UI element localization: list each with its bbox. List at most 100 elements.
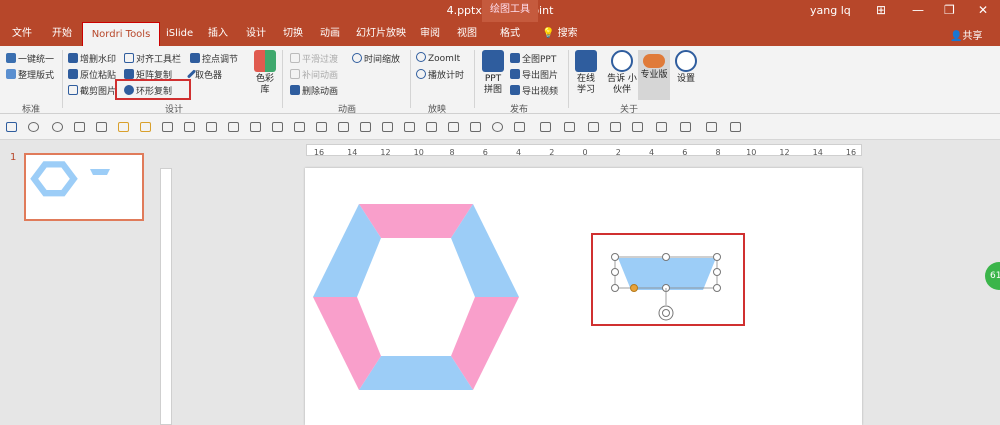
share-button[interactable]: 👤共享 <box>950 27 982 42</box>
color-picker-button[interactable]: 取色器 <box>186 68 222 81</box>
tab-design[interactable]: 设计 <box>246 22 266 46</box>
toolbar-icon[interactable] <box>338 122 349 132</box>
vertical-ruler <box>160 168 172 425</box>
toolbar-icon[interactable] <box>610 122 621 132</box>
watermark-button[interactable]: 增删水印 <box>68 52 116 65</box>
resize-handle[interactable] <box>713 268 721 276</box>
toolbar-icon[interactable] <box>706 122 717 132</box>
ruler-label: 14 <box>347 148 357 157</box>
minimize-button[interactable]: — <box>912 3 924 17</box>
search-box[interactable]: 💡 搜索 <box>542 22 578 46</box>
ribbon-display-icon[interactable]: ⊞ <box>876 3 886 17</box>
time-scale-button[interactable]: 时间缩放 <box>352 52 400 65</box>
toolbar-icon[interactable] <box>514 122 525 132</box>
toolbar-icon[interactable] <box>272 122 283 132</box>
palette-button[interactable]: 色彩库 <box>252 50 278 96</box>
toolbar-icon[interactable] <box>206 122 217 132</box>
collage-icon <box>482 50 504 72</box>
tween-button[interactable]: 补间动画 <box>290 68 338 81</box>
close-button[interactable]: ✕ <box>978 3 988 17</box>
tab-home[interactable]: 开始 <box>52 22 72 46</box>
resize-handle[interactable] <box>611 284 619 292</box>
resize-handle[interactable] <box>713 253 721 261</box>
toolbar-icon[interactable] <box>730 122 741 132</box>
resize-handle[interactable] <box>662 253 670 261</box>
export-image-button[interactable]: 导出图片 <box>510 68 558 81</box>
delete-animation-button[interactable]: 删除动画 <box>290 84 338 97</box>
toolbar-icon[interactable] <box>426 122 437 132</box>
toolbar-icon[interactable] <box>250 122 261 132</box>
paste-label: 原位粘贴 <box>80 71 117 81</box>
toolbar-icon[interactable] <box>470 122 481 132</box>
lightbulb-icon: 💡 <box>542 28 555 39</box>
share-label: 共享 <box>962 31 983 42</box>
unify-button[interactable]: 一键统一 <box>6 52 54 65</box>
tab-view[interactable]: 视图 <box>457 22 477 46</box>
resize-handle[interactable] <box>611 253 619 261</box>
tab-format[interactable]: 格式 <box>500 22 520 46</box>
redo-icon[interactable] <box>52 122 63 132</box>
align-toolbar-button[interactable]: 对齐工具栏 <box>124 52 181 65</box>
toolbar-icon[interactable] <box>564 122 575 132</box>
save-icon[interactable] <box>6 122 17 132</box>
handle-adjust-button[interactable]: 控点调节 <box>190 52 238 65</box>
online-learning-button[interactable]: 在线 学习 <box>574 50 598 96</box>
toolbar-icon[interactable] <box>656 122 667 132</box>
tab-insert[interactable]: 插入 <box>208 22 228 46</box>
toolbar-icon[interactable] <box>74 122 85 132</box>
smooth-transition-button[interactable]: 平滑过渡 <box>290 52 338 65</box>
layout-button[interactable]: 整理版式 <box>6 68 54 81</box>
ribbon: 一键统一 整理版式 标准 增删水印 原位粘贴 截剪图片 对齐工具栏 矩阵复制 环… <box>0 46 1000 115</box>
ppt-collage-button[interactable]: PPT 拼图 <box>480 50 506 96</box>
toolbar-icon[interactable] <box>360 122 371 132</box>
tell-friends-button[interactable]: 告诉 小伙伴 <box>606 50 638 96</box>
toolbar-icon[interactable] <box>140 122 151 132</box>
zoomit-button[interactable]: ZoomIt <box>416 52 460 64</box>
toolbar-icon[interactable] <box>294 122 305 132</box>
tab-review[interactable]: 审阅 <box>420 22 440 46</box>
toolbar-icon[interactable] <box>680 122 691 132</box>
resize-handle[interactable] <box>611 268 619 276</box>
toolbar-icon[interactable] <box>118 122 129 132</box>
divider <box>474 50 475 108</box>
resize-handle[interactable] <box>713 284 721 292</box>
export-video-button[interactable]: 导出视频 <box>510 84 558 97</box>
tab-islide[interactable]: iSlide <box>166 22 193 46</box>
full-image-ppt-button[interactable]: 全图PPT <box>510 52 556 65</box>
tab-nordri-tools[interactable]: Nordri Tools <box>82 22 160 46</box>
pro-version-button[interactable]: 专业版 <box>638 50 670 100</box>
layout-icon <box>6 69 16 79</box>
tab-transitions[interactable]: 切换 <box>283 22 303 46</box>
toolbar-icon[interactable] <box>492 122 503 132</box>
play-timer-button[interactable]: 播放计时 <box>416 68 464 81</box>
ruler-label: 4 <box>516 148 521 157</box>
toolbar-icon[interactable] <box>316 122 327 132</box>
slide-canvas[interactable] <box>305 168 862 425</box>
toolbar-icon[interactable] <box>632 122 643 132</box>
zoomit-label: ZoomIt <box>428 54 461 64</box>
toolbar-icon[interactable] <box>382 122 393 132</box>
slide-thumbnail[interactable] <box>24 153 144 221</box>
export-video-label: 导出视频 <box>522 87 559 97</box>
toolbar-icon[interactable] <box>540 122 551 132</box>
tab-slideshow[interactable]: 幻灯片放映 <box>356 22 406 46</box>
toolbar-icon[interactable] <box>228 122 239 132</box>
toolbar-icon[interactable] <box>96 122 107 132</box>
toolbar-icon[interactable] <box>404 122 415 132</box>
settings-button[interactable]: 设置 <box>674 50 698 85</box>
toolbar-icon[interactable] <box>184 122 195 132</box>
undo-icon[interactable] <box>28 122 39 132</box>
user-name[interactable]: yang lq <box>810 4 851 17</box>
maximize-button[interactable]: ❐ <box>944 3 955 17</box>
toolbar-icon[interactable] <box>588 122 599 132</box>
grid-icon <box>124 69 134 79</box>
toolbar-icon[interactable] <box>162 122 173 132</box>
share-icon <box>611 50 633 72</box>
toolbar-icon[interactable] <box>448 122 459 132</box>
adjust-handle[interactable] <box>630 284 638 292</box>
crop-picture-button[interactable]: 截剪图片 <box>68 84 116 97</box>
tab-file[interactable]: 文件 <box>12 22 32 46</box>
tab-animations[interactable]: 动画 <box>320 22 340 46</box>
paste-inplace-button[interactable]: 原位粘贴 <box>68 68 116 81</box>
rotate-icon[interactable] <box>658 305 674 321</box>
